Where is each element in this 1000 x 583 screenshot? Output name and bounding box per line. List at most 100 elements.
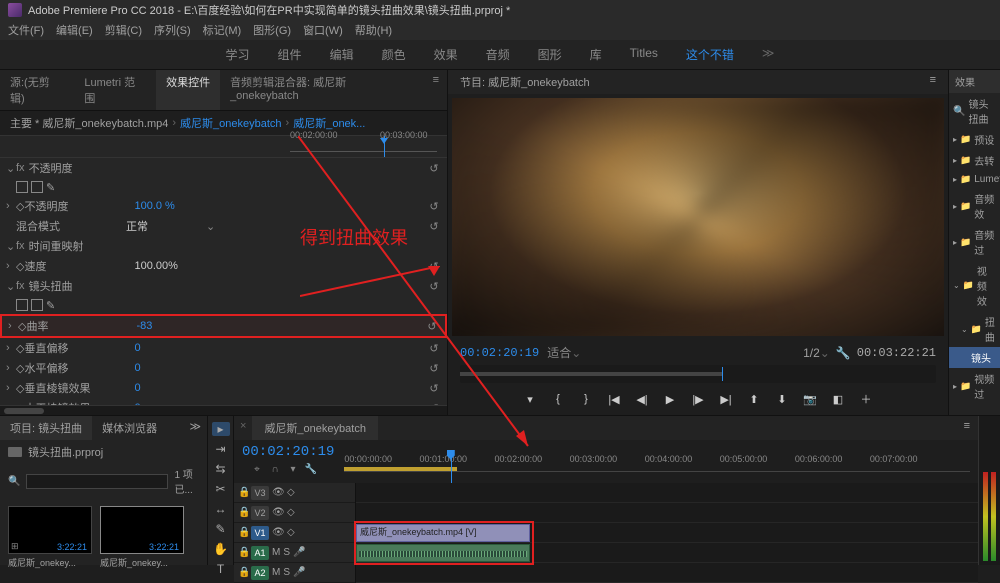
keyframe-toggle-icon[interactable]: ◇: [18, 320, 26, 333]
fx-video-fx[interactable]: 视频效: [977, 263, 996, 308]
reset-icon[interactable]: ↺: [427, 280, 441, 293]
selection-tool-icon[interactable]: ▸: [212, 422, 230, 436]
slip-tool-icon[interactable]: ↔: [212, 502, 230, 516]
track-v2[interactable]: V2: [251, 506, 269, 520]
reset-icon[interactable]: ↺: [427, 162, 441, 175]
menu-clip[interactable]: 剪辑(C): [105, 22, 142, 38]
fx-audio-tr[interactable]: 音频过: [974, 227, 996, 257]
reset-icon[interactable]: ↺: [427, 260, 441, 273]
razor-tool-icon[interactable]: ✂: [212, 482, 230, 496]
mask-pen-icon[interactable]: ✎: [46, 299, 55, 312]
link-icon[interactable]: ∩: [268, 464, 282, 475]
opacity-group[interactable]: 不透明度: [29, 160, 139, 176]
mask-pen-icon[interactable]: ✎: [46, 181, 55, 194]
audio-clip[interactable]: [356, 544, 530, 562]
goto-out-icon[interactable]: ▶|: [718, 391, 734, 407]
tab-lumetri-scopes[interactable]: Lumetri 范围: [74, 70, 156, 110]
ec-playhead-marker-icon[interactable]: [380, 138, 388, 144]
tab-audio-mixer[interactable]: 音频剪辑混合器: 威尼斯_onekeybatch: [220, 70, 425, 110]
effects-search[interactable]: 镜头扭曲: [968, 96, 996, 126]
mask-rect-icon[interactable]: [31, 181, 43, 193]
tab-program[interactable]: 节目: 威尼斯_onekeybatch: [448, 70, 602, 94]
step-fwd-icon[interactable]: |▶: [690, 391, 706, 407]
reset-icon[interactable]: ↺: [425, 320, 439, 333]
time-remap-group[interactable]: 时间重映射: [29, 238, 139, 254]
ws-color[interactable]: 颜色: [382, 46, 406, 63]
tab-project[interactable]: 项目: 镜头扭曲: [0, 416, 92, 440]
ws-overflow-icon[interactable]: ≫: [762, 46, 775, 63]
menu-edit[interactable]: 编辑(E): [56, 22, 93, 38]
ripple-tool-icon[interactable]: ⇆: [212, 462, 230, 476]
add-marker-icon[interactable]: ▾: [522, 391, 538, 407]
tab-sequence[interactable]: 威尼斯_onekeybatch: [252, 416, 378, 440]
search-icon[interactable]: 🔍: [8, 476, 20, 487]
timeline-tc[interactable]: 00:02:20:19: [242, 444, 334, 460]
curvature-value[interactable]: -83: [136, 320, 216, 332]
menu-file[interactable]: 文件(F): [8, 22, 44, 38]
menu-marker[interactable]: 标记(M): [203, 22, 242, 38]
snap-icon[interactable]: ⌖: [250, 464, 264, 475]
ws-edit[interactable]: 编辑: [330, 46, 354, 63]
ws-graphics[interactable]: 图形: [538, 46, 562, 63]
export-frame-icon[interactable]: 📷: [802, 391, 818, 407]
keyframe-toggle-icon[interactable]: ◇: [16, 260, 24, 273]
ws-custom-active[interactable]: 这个不错: [686, 46, 734, 63]
type-tool-icon[interactable]: T: [212, 562, 230, 576]
fx-item[interactable]: 去转: [974, 153, 994, 168]
menu-window[interactable]: 窗口(W): [303, 22, 343, 38]
track-v3[interactable]: V3: [251, 486, 269, 500]
fx-lens-distort-effect[interactable]: 镜头: [971, 350, 991, 365]
mask-ellipse-icon[interactable]: [16, 181, 28, 193]
track-v1[interactable]: V1: [251, 526, 269, 540]
menu-help[interactable]: 帮助(H): [355, 22, 392, 38]
ws-learn[interactable]: 学习: [226, 46, 250, 63]
ws-assembly[interactable]: 组件: [278, 46, 302, 63]
eye-icon[interactable]: 👁: [272, 487, 284, 498]
program-scale-select[interactable]: 1/2: [803, 346, 820, 360]
reset-icon[interactable]: ↺: [427, 220, 441, 233]
wrench-icon[interactable]: 🔧: [836, 346, 851, 360]
lens-distort-group[interactable]: 镜头扭曲: [29, 278, 139, 294]
button-editor-icon[interactable]: ＋: [858, 391, 874, 407]
fx-audio-fx[interactable]: 音频效: [974, 191, 996, 221]
vprism-value[interactable]: 0: [134, 382, 214, 394]
panel-menu-icon[interactable]: ≡: [918, 70, 948, 94]
track-a2[interactable]: A2: [251, 566, 269, 580]
panel-overflow-icon[interactable]: ≫: [183, 416, 207, 440]
mask-ellipse-icon[interactable]: [16, 299, 28, 311]
fx-preset[interactable]: 预设: [974, 132, 994, 147]
hand-tool-icon[interactable]: ✋: [212, 542, 230, 556]
ec-clip-link[interactable]: 威尼斯_onekeybatch: [180, 115, 282, 131]
project-search-input[interactable]: [26, 474, 168, 489]
blend-mode-select[interactable]: 正常: [126, 218, 206, 234]
settings-icon[interactable]: 🔧: [304, 464, 318, 475]
speed-value[interactable]: 100.00%: [134, 260, 214, 272]
program-monitor[interactable]: [452, 98, 944, 336]
tab-source[interactable]: 源:(无剪辑): [0, 70, 74, 110]
program-current-tc[interactable]: 00:02:20:19: [460, 346, 539, 360]
ws-effects[interactable]: 效果: [434, 46, 458, 63]
ws-titles[interactable]: Titles: [630, 46, 658, 63]
lift-icon[interactable]: ⬆: [746, 391, 762, 407]
program-scrubber[interactable]: [460, 365, 936, 383]
ec-seq-link[interactable]: 威尼斯_onek...: [293, 115, 365, 131]
tab-effect-controls[interactable]: 效果控件: [156, 70, 220, 110]
fx-distort[interactable]: 扭曲: [985, 314, 996, 344]
ws-library[interactable]: 库: [590, 46, 602, 63]
menu-graphics[interactable]: 图形(G): [253, 22, 291, 38]
reset-icon[interactable]: ↺: [427, 200, 441, 213]
track-content[interactable]: 威尼斯_onekeybatch.mp4 [V]: [356, 483, 978, 583]
pen-tool-icon[interactable]: ✎: [212, 522, 230, 536]
panel-menu-icon[interactable]: ≡: [956, 416, 978, 440]
ws-audio[interactable]: 音频: [486, 46, 510, 63]
ec-mini-timeline[interactable]: 00:02:00:00 00:03:00:00: [0, 136, 447, 158]
menu-sequence[interactable]: 序列(S): [154, 22, 191, 38]
vfocal-value[interactable]: 0: [134, 342, 214, 354]
goto-in-icon[interactable]: |◀: [606, 391, 622, 407]
timeline-ruler[interactable]: 00:00:00:00 00:01:00:00 00:02:00:00 00:0…: [344, 452, 970, 472]
tab-media-browser[interactable]: 媒体浏览器: [92, 416, 167, 440]
marker-icon[interactable]: ▾: [286, 464, 300, 475]
mark-out-icon[interactable]: }: [578, 391, 594, 407]
step-back-icon[interactable]: ◀|: [634, 391, 650, 407]
compare-icon[interactable]: ◧: [830, 391, 846, 407]
